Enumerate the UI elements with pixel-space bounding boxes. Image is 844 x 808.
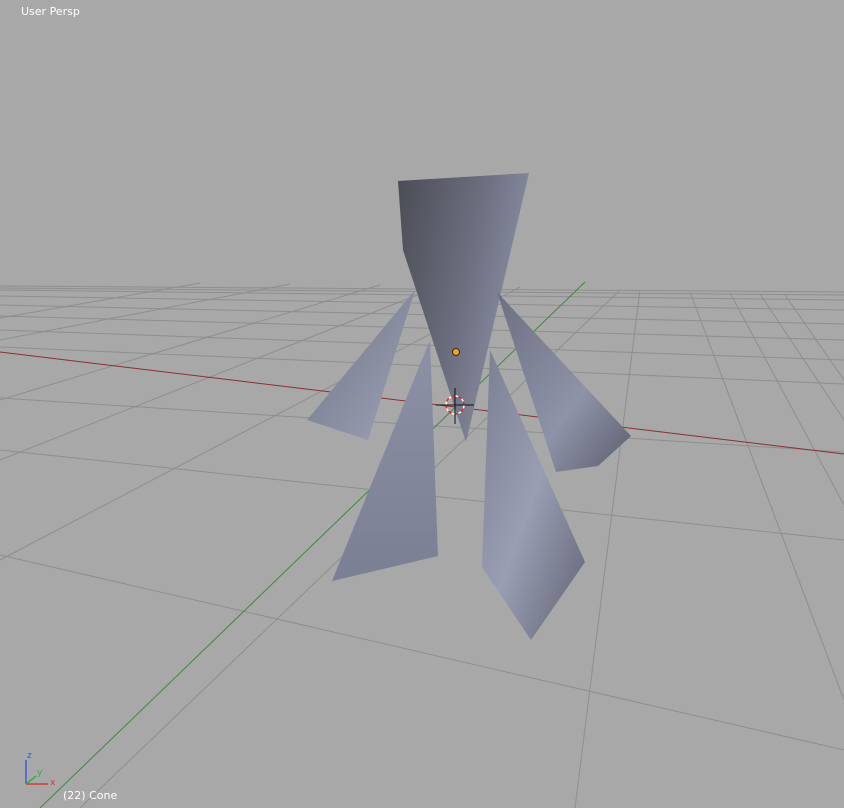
gizmo-z-label: z <box>27 751 32 761</box>
axis-gizmo-icon: z y x <box>25 751 56 788</box>
gizmo-x-label: x <box>50 778 56 788</box>
active-object-label: (22) Cone <box>63 789 118 802</box>
3d-viewport[interactable]: User Persp z y x (22) Cone <box>0 0 844 808</box>
scene-canvas[interactable] <box>0 0 844 808</box>
origin-dot-icon[interactable] <box>452 348 460 356</box>
view-mode-label: User Persp <box>21 5 80 18</box>
gizmo-y-label: y <box>37 768 43 778</box>
